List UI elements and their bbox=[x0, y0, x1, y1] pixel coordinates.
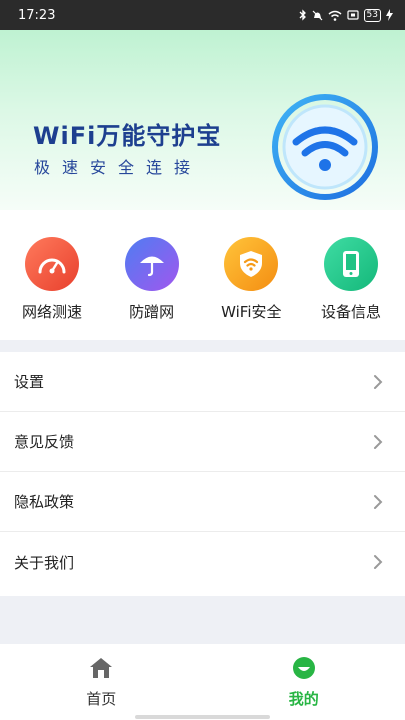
wifi-emblem-icon bbox=[272, 94, 378, 200]
charging-icon bbox=[386, 9, 393, 21]
menu-list: 设置 意见反馈 隐私政策 关于我们 bbox=[0, 352, 405, 592]
menu-item-settings[interactable]: 设置 bbox=[0, 352, 405, 412]
tool-speed-test[interactable]: 网络测速 bbox=[8, 225, 96, 325]
tool-label: 网络测速 bbox=[21, 303, 82, 321]
chevron-right-icon bbox=[374, 555, 383, 569]
chevron-right-icon bbox=[374, 374, 383, 389]
umbrella-icon bbox=[124, 237, 179, 291]
status-icons: 53 bbox=[299, 8, 393, 22]
status-time: 17:23 bbox=[18, 7, 56, 23]
tab-home-label: 首页 bbox=[86, 690, 117, 708]
status-bar: 17:23 53 bbox=[0, 0, 405, 30]
tab-mine[interactable]: 我的 bbox=[203, 644, 405, 720]
tab-home[interactable]: 首页 bbox=[0, 644, 203, 720]
tool-device-info[interactable]: 设备信息 bbox=[307, 225, 395, 325]
chevron-right-icon bbox=[374, 434, 383, 449]
home-indicator bbox=[135, 715, 270, 719]
wifi-icon bbox=[328, 10, 342, 21]
tab-bar: 首页 我的 bbox=[0, 644, 405, 720]
chevron-right-icon bbox=[374, 494, 383, 509]
mute-icon bbox=[312, 10, 322, 20]
menu-item-label: 隐私政策 bbox=[14, 493, 75, 511]
tool-anti-leech[interactable]: 防蹭网 bbox=[108, 225, 196, 325]
menu-item-label: 设置 bbox=[14, 373, 45, 391]
menu-item-feedback[interactable]: 意见反馈 bbox=[0, 412, 405, 472]
wifi-shield-icon bbox=[224, 237, 279, 291]
menu-item-privacy[interactable]: 隐私政策 bbox=[0, 472, 405, 532]
bottom-spacer bbox=[0, 596, 405, 644]
speedometer-icon bbox=[25, 237, 79, 291]
profile-face-icon bbox=[292, 657, 315, 679]
menu-item-label: 关于我们 bbox=[14, 553, 75, 572]
tool-wifi-security[interactable]: WiFi安全 bbox=[207, 225, 295, 325]
banner: WiFi万能守护宝 极速安全连接 bbox=[0, 30, 405, 210]
banner-subtitle: 极速安全连接 bbox=[34, 158, 203, 177]
tools-row: 网络测速 防蹭网 WiFi安全 设备信息 bbox=[0, 225, 405, 325]
tool-label: 设备信息 bbox=[320, 303, 381, 321]
banner-title: WiFi万能守护宝 bbox=[33, 122, 222, 150]
tab-mine-label: 我的 bbox=[288, 690, 319, 708]
phone-icon bbox=[323, 237, 378, 291]
tool-label: 防蹭网 bbox=[129, 303, 175, 321]
battery-icon: 53 bbox=[363, 8, 381, 22]
home-icon bbox=[90, 658, 113, 678]
bluetooth-icon bbox=[299, 9, 306, 21]
section-divider bbox=[0, 340, 405, 352]
menu-item-about[interactable]: 关于我们 bbox=[0, 532, 405, 592]
menu-item-label: 意见反馈 bbox=[14, 433, 75, 451]
sim-icon bbox=[346, 10, 359, 20]
tool-label: WiFi安全 bbox=[221, 303, 282, 321]
